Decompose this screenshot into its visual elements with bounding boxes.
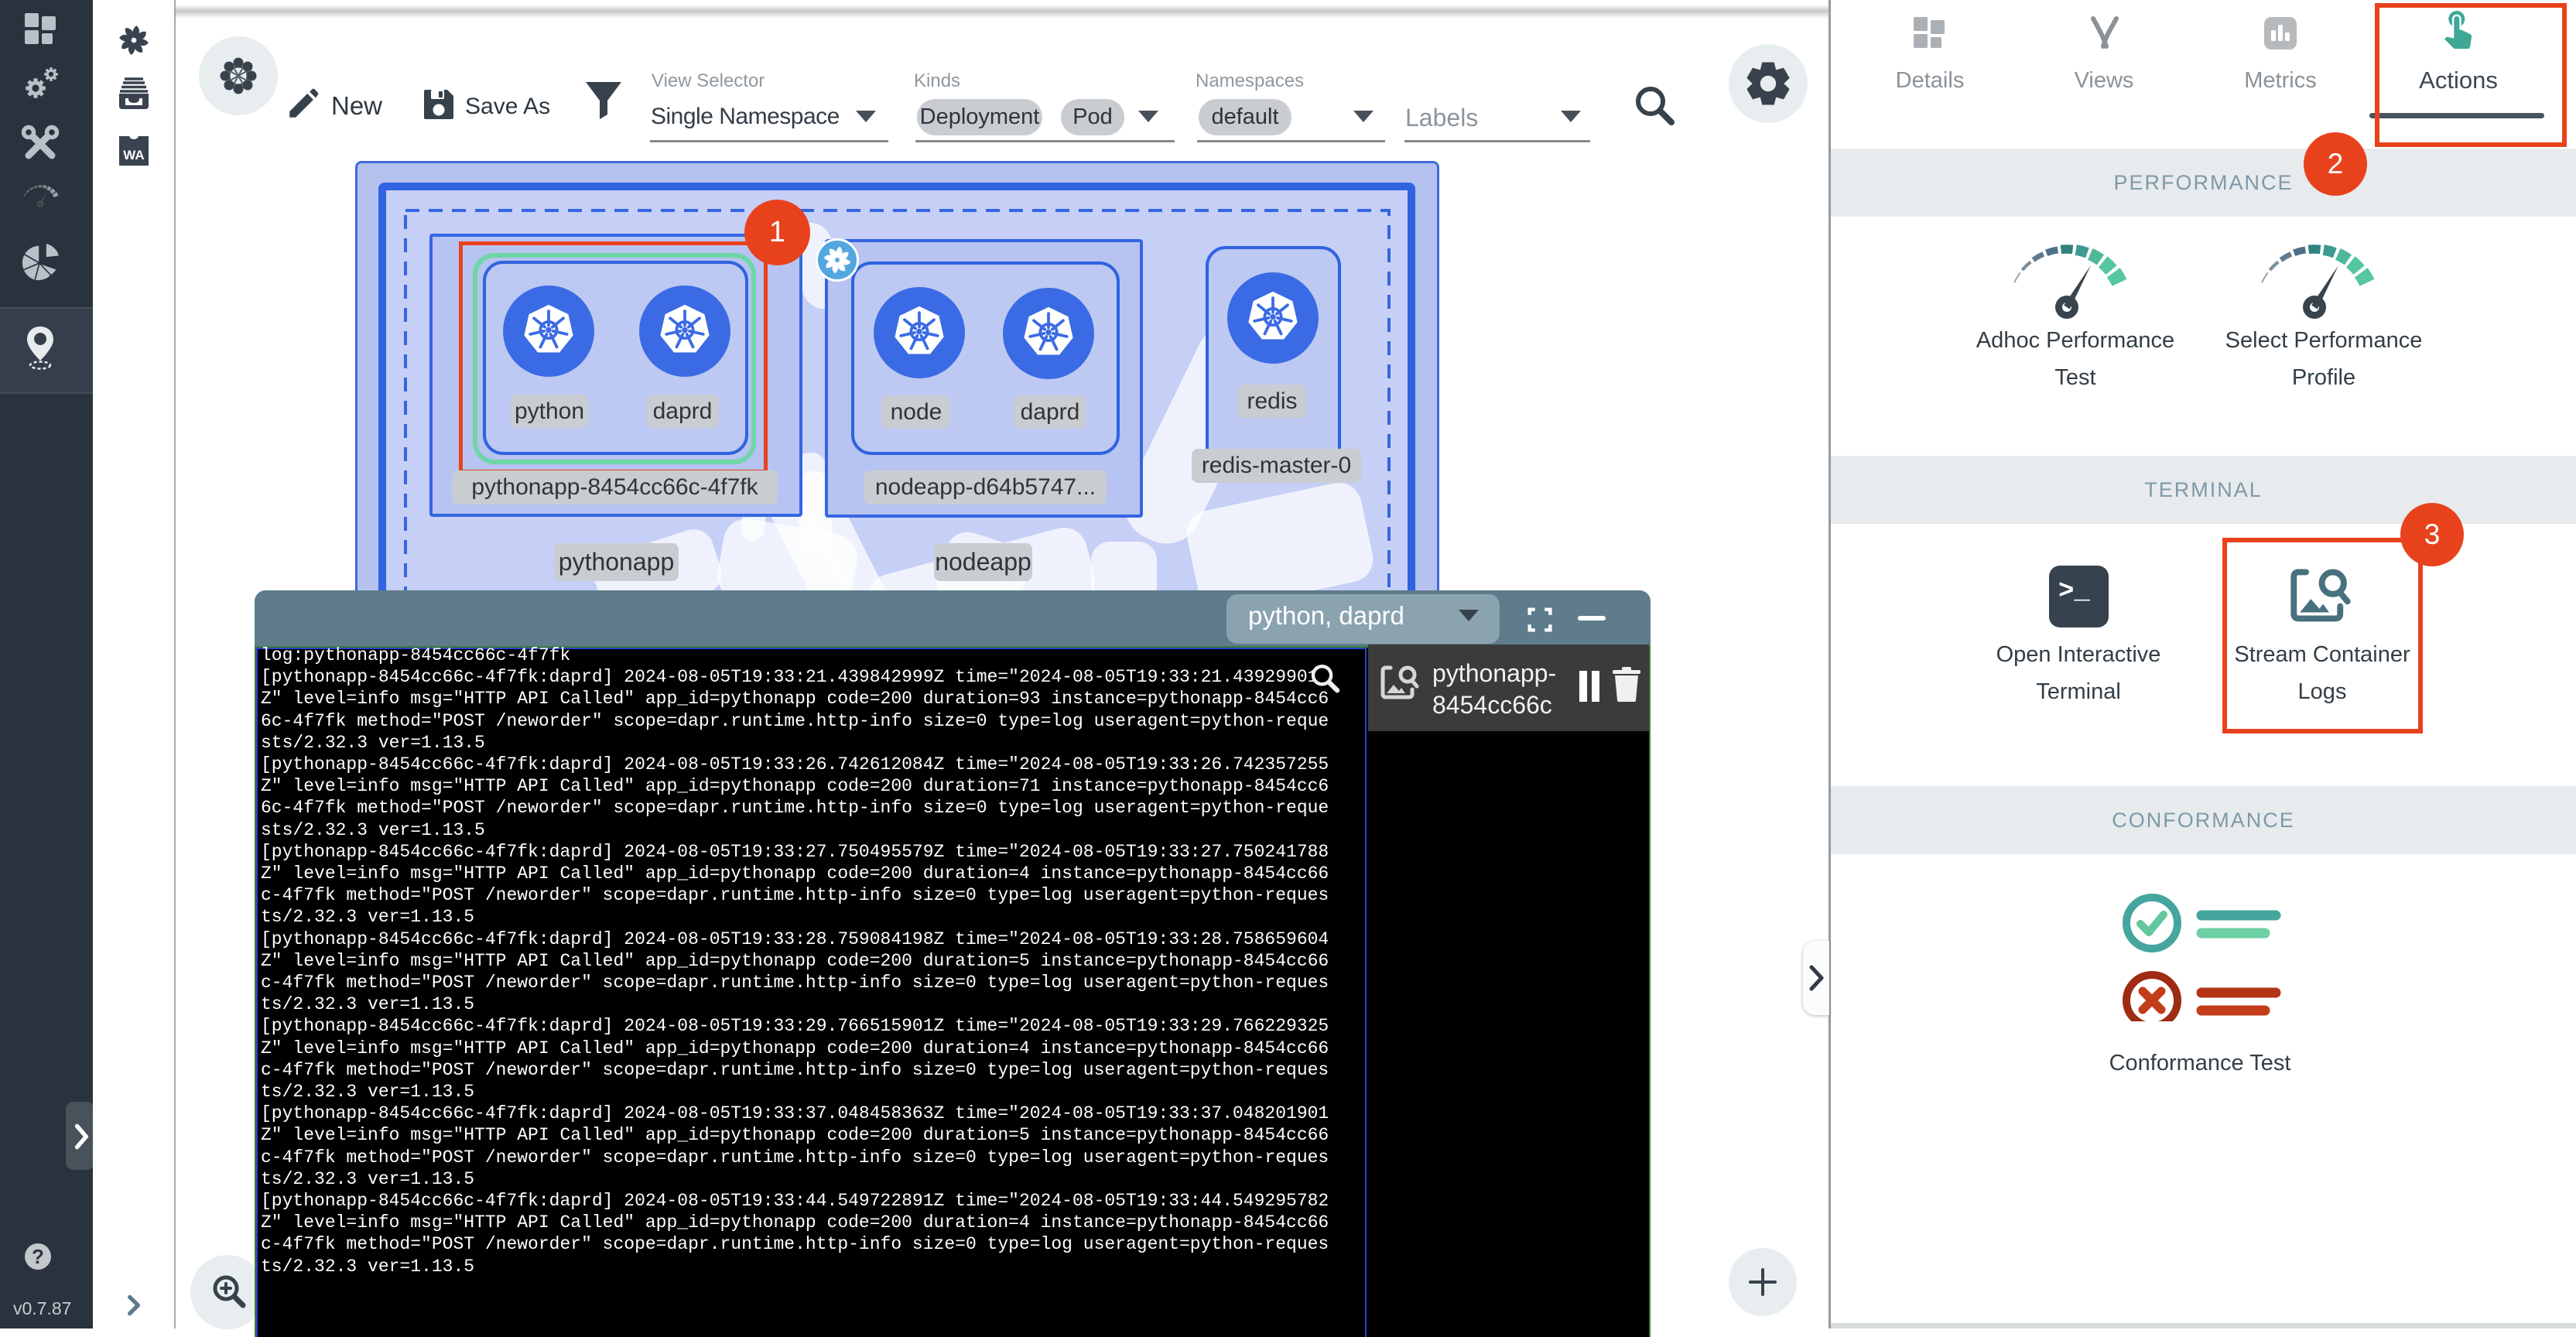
svg-text:WA: WA [123,148,144,162]
